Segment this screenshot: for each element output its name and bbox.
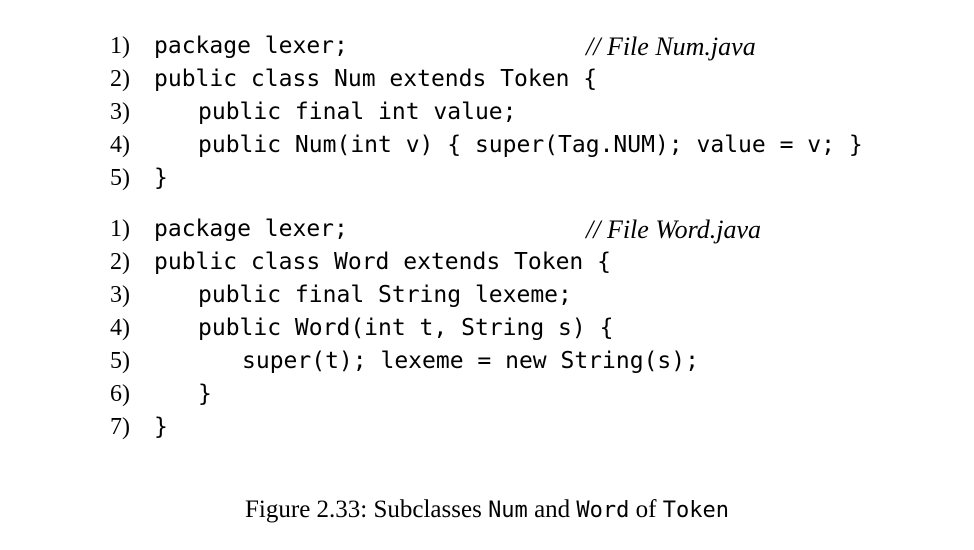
caption-class-token: Token — [662, 498, 729, 523]
line-number: 2) — [110, 249, 130, 275]
line-number: 1) — [110, 33, 130, 59]
code-text: package lexer; — [154, 33, 348, 59]
caption-of: of — [629, 496, 663, 523]
caption-label: Figure 2.33: Subclasses — [245, 496, 489, 523]
code-text: public final String lexeme; — [198, 282, 572, 308]
caption-class-word: Word — [576, 498, 630, 523]
code-line: 1) package lexer; // File Num.java — [110, 30, 950, 63]
code-text: } — [198, 381, 212, 407]
figure-caption: Figure 2.33: Subclasses Num and Word of … — [0, 496, 974, 524]
code-text: } — [154, 414, 168, 440]
line-number: 5) — [110, 348, 130, 374]
code-line: 5)} — [110, 162, 950, 195]
code-text: public class Num extends Token { — [154, 66, 598, 92]
line-number: 4) — [110, 132, 130, 158]
code-line: 3) public final int value; — [110, 96, 950, 129]
line-number: 3) — [110, 99, 130, 125]
line-number: 5) — [110, 165, 130, 191]
code-line: 4) public Num(int v) { super(Tag.NUM); va… — [110, 129, 950, 162]
code-text: } — [154, 165, 168, 191]
line-number: 3) — [110, 282, 130, 308]
code-text: public Num(int v) { super(Tag.NUM); valu… — [198, 132, 863, 158]
code-line: 3) public final String lexeme; — [110, 279, 950, 312]
code-line: 6)} — [110, 378, 950, 411]
line-number: 4) — [110, 315, 130, 341]
code-line: 2) public class Word extends Token { — [110, 246, 950, 279]
line-number: 2) — [110, 66, 130, 92]
code-line: 2) public class Num extends Token { — [110, 63, 950, 96]
file-comment: // File Word.java — [586, 215, 762, 244]
code-listing-num: 1) package lexer; // File Num.java 2) public… — [110, 30, 950, 195]
code-text: public Word(int t, String s) { — [198, 315, 614, 341]
code-line: 4) public Word(int t, String s) { — [110, 312, 950, 345]
code-text: package lexer; — [154, 216, 348, 242]
line-number: 6) — [110, 381, 130, 407]
caption-and: and — [527, 496, 577, 523]
code-line: 5) super(t); lexeme = new String(s); — [110, 345, 950, 378]
code-text: public class Word extends Token { — [154, 249, 611, 275]
line-number: 7) — [110, 414, 130, 440]
line-number: 1) — [110, 216, 130, 242]
code-line: 1) package lexer; // File Word.java — [110, 213, 950, 246]
file-comment: // File Num.java — [586, 32, 756, 61]
code-line: 7)} — [110, 411, 950, 444]
caption-class-num: Num — [488, 498, 528, 523]
code-listing-word: 1) package lexer; // File Word.java 2) publi… — [110, 213, 950, 444]
code-text: public final int value; — [198, 99, 517, 125]
code-text: super(t); lexeme = new String(s); — [242, 348, 699, 374]
